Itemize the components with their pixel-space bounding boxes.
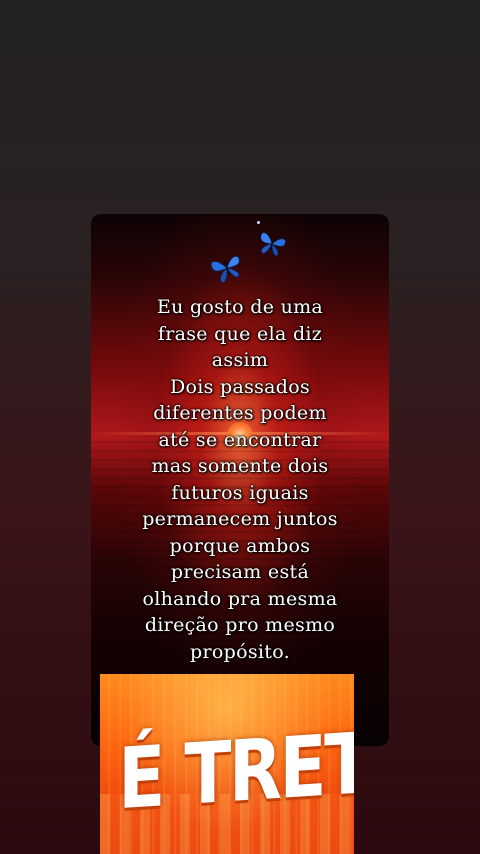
quote-line: direção pro mesmo xyxy=(144,614,336,636)
quote-line: até se encontrar xyxy=(158,428,322,451)
quote-line: permanecem juntos xyxy=(142,508,338,530)
quote-text: Eu gosto de uma frase que ela diz assim … xyxy=(91,294,389,665)
quote-line: Eu gosto de uma xyxy=(156,296,324,318)
sticker-text: É TRETA! xyxy=(118,709,354,829)
quote-line: precisam está xyxy=(170,561,310,583)
quote-line: propósito. xyxy=(190,640,290,663)
quote-line: assim xyxy=(211,349,269,371)
star-dot xyxy=(257,221,260,224)
quote-line: frase que ela diz xyxy=(157,322,323,345)
quote-line: olhando pra mesma xyxy=(142,587,338,610)
quote-line: futuros iguais xyxy=(171,481,309,504)
butterfly-icon xyxy=(260,232,286,257)
treta-sticker[interactable]: É TRETA! xyxy=(100,674,354,854)
quote-line: porque ambos xyxy=(169,534,311,557)
quote-line: Dois passados xyxy=(169,375,311,398)
butterfly-icon xyxy=(210,255,240,283)
quote-line: mas somente dois xyxy=(151,455,329,477)
video-frame: Eu gosto de uma frase que ela diz assim … xyxy=(91,214,389,746)
quote-line: diferentes podem xyxy=(153,402,327,424)
